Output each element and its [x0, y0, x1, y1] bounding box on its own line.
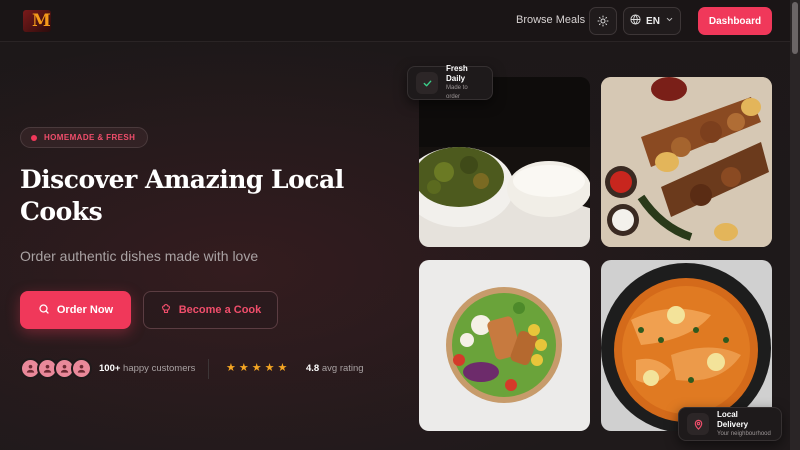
user-icon [43, 364, 52, 373]
star-icon: ★ [277, 361, 288, 374]
browse-meals-link[interactable]: Browse Meals [516, 14, 585, 26]
rating-text: avg rating [321, 363, 364, 374]
sun-icon [597, 12, 609, 31]
check-icon [416, 72, 438, 94]
language-selector[interactable]: EN [623, 7, 681, 35]
customer-avatars [20, 358, 94, 379]
user-icon [77, 364, 86, 373]
logo-letter: M [32, 11, 51, 31]
customers-stat: 100+ happy customers [99, 363, 195, 374]
brand-logo[interactable]: M [23, 10, 51, 32]
fresh-daily-title: Fresh Daily [446, 64, 468, 83]
star-icon: ★ [238, 361, 249, 374]
star-icon: ★ [226, 361, 236, 374]
chef-hat-icon [160, 303, 172, 318]
theme-toggle-button[interactable] [589, 7, 617, 35]
badge-dot [31, 134, 37, 141]
rating-stat: 4.8 avg rating [306, 363, 364, 374]
order-now-button[interactable]: Order Now [20, 291, 131, 329]
rating-stars: ★ ★ ★ ★ ★ [226, 362, 287, 374]
hero-title: Discover Amazing Local Cooks [20, 165, 344, 226]
local-delivery-title: Local Delivery [717, 409, 749, 429]
dashboard-button[interactable]: Dashboard [698, 7, 772, 35]
avatar [71, 358, 92, 379]
stat-divider [208, 359, 209, 379]
hero-subtitle: Order authentic dishes made with love [20, 248, 259, 264]
globe-icon [630, 14, 641, 28]
star-icon: ★ [264, 361, 275, 374]
fresh-daily-subtitle: Made to order [446, 85, 468, 100]
food-image-kebab [601, 77, 772, 247]
customers-count: 100+ [99, 363, 121, 374]
become-cook-label: Become a Cook [178, 304, 262, 316]
badge-label: HOMEMADE & FRESH [44, 133, 136, 142]
scrollbar-thumb[interactable] [792, 2, 798, 54]
order-now-label: Order Now [56, 304, 114, 316]
user-icon [26, 364, 35, 373]
become-cook-button[interactable]: Become a Cook [143, 291, 278, 329]
local-delivery-subtitle: Your neighbourhood [717, 430, 771, 437]
user-icon [60, 364, 69, 373]
food-image-curry-pan [601, 260, 772, 431]
language-label: EN [646, 15, 660, 27]
hero-badge: HOMEMADE & FRESH [20, 127, 149, 148]
search-icon [38, 303, 50, 318]
page-scrollbar[interactable] [790, 0, 800, 450]
chevron-down-icon [665, 15, 674, 27]
location-pin-icon [687, 413, 709, 435]
fresh-daily-card: Fresh Daily Made to order [407, 64, 493, 100]
customers-text: happy customers [123, 363, 196, 374]
local-delivery-card: Local Delivery Your neighbourhood [678, 407, 782, 441]
star-icon: ★ [251, 361, 262, 374]
rating-value: 4.8 [306, 363, 320, 374]
food-image-stew [419, 77, 590, 247]
food-image-salad-bowl [419, 260, 590, 431]
top-navbar: M Browse Meals EN Dashboard [0, 0, 790, 42]
